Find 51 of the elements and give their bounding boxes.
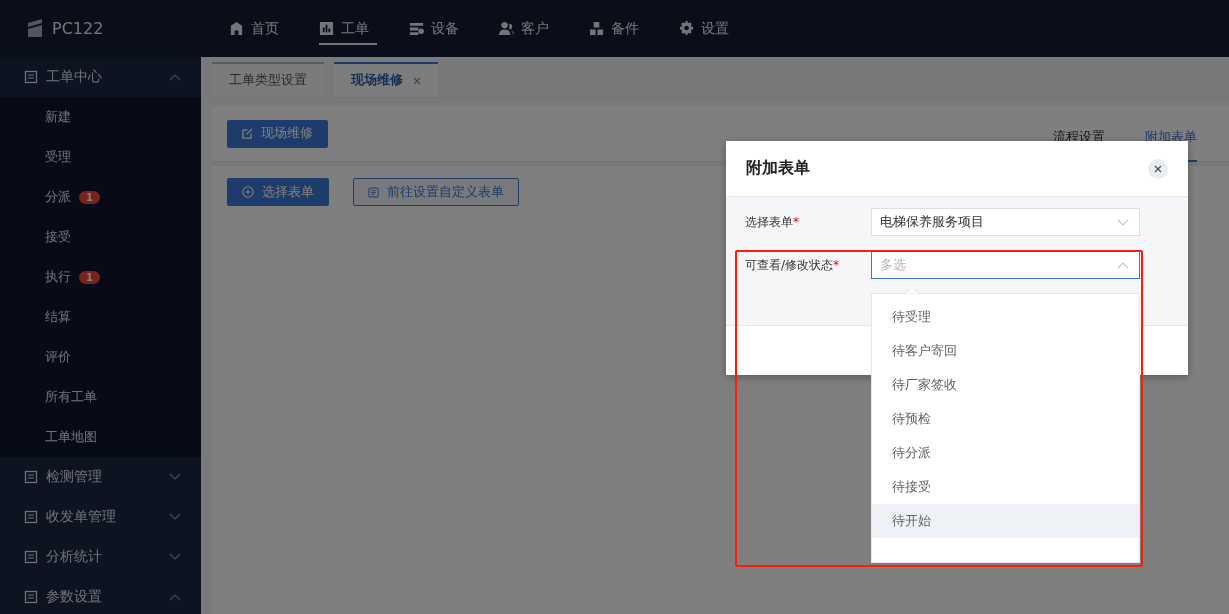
server-icon xyxy=(409,21,424,36)
nav-tab[interactable]: 客户 xyxy=(499,0,589,57)
logo-icon xyxy=(26,18,44,39)
sidebar-item[interactable]: 接受 xyxy=(0,217,201,257)
sidebar-item[interactable]: 受理 xyxy=(0,137,201,177)
count-badge: 1 xyxy=(79,270,100,284)
menu-group-icon xyxy=(24,510,38,524)
menu-group-icon xyxy=(24,550,38,564)
chevron-icon xyxy=(169,593,181,601)
action-button[interactable]: 选择表单 xyxy=(227,178,329,206)
app-name: PC122 xyxy=(52,19,104,38)
people-icon xyxy=(499,21,514,36)
chevron-icon xyxy=(169,473,181,481)
menu-group-icon xyxy=(24,590,38,604)
settings-icon xyxy=(679,21,694,36)
sidebar-item[interactable]: 评价 xyxy=(0,337,201,377)
field-label: 选择表单* xyxy=(745,214,800,231)
building-icon xyxy=(229,21,244,36)
nav-tab[interactable]: 备件 xyxy=(589,0,679,57)
sidebar-item[interactable]: 所有工单 xyxy=(0,377,201,417)
select-field[interactable]: 电梯保养服务项目 xyxy=(871,208,1140,236)
edit-button[interactable]: 现场维修 xyxy=(227,119,328,148)
form-icon xyxy=(368,186,379,198)
dropdown-option[interactable]: 待开始 xyxy=(872,504,1139,538)
chevron-icon xyxy=(1117,218,1129,226)
edit-icon xyxy=(242,128,253,139)
sidebar-item[interactable]: 工单地图 xyxy=(0,417,201,457)
close-icon xyxy=(1154,164,1162,173)
count-badge: 1 xyxy=(79,190,100,204)
page-tab[interactable]: 现场维修 xyxy=(334,62,438,97)
chevron-icon xyxy=(169,73,181,81)
nav-tab[interactable]: 工单 xyxy=(319,0,377,45)
chevron-icon xyxy=(1117,261,1129,269)
cubes-icon xyxy=(589,21,604,36)
menu-group-icon xyxy=(24,470,38,484)
nav-tab[interactable]: 首页 xyxy=(229,0,319,57)
sidebar-item[interactable]: 执行 1 xyxy=(0,257,201,297)
chevron-icon xyxy=(169,513,181,521)
plus-icon xyxy=(242,186,254,198)
field-label: 可查看/修改状态* xyxy=(745,257,841,274)
action-button[interactable]: 前往设置自定义表单 xyxy=(353,178,519,206)
dialog-title: 附加表单 xyxy=(746,158,810,179)
chart-icon xyxy=(319,21,334,36)
menu-group-icon xyxy=(24,70,38,84)
sidebar-item[interactable]: 结算 xyxy=(0,297,201,337)
chevron-icon xyxy=(169,553,181,561)
nav-tab[interactable]: 设置 xyxy=(679,0,769,57)
close-button[interactable] xyxy=(1148,158,1168,179)
sidebar-item[interactable]: 分派 1 xyxy=(0,177,201,217)
sidebar-item[interactable]: 新建 xyxy=(0,97,201,137)
nav-tab[interactable]: 设备 xyxy=(409,0,499,57)
